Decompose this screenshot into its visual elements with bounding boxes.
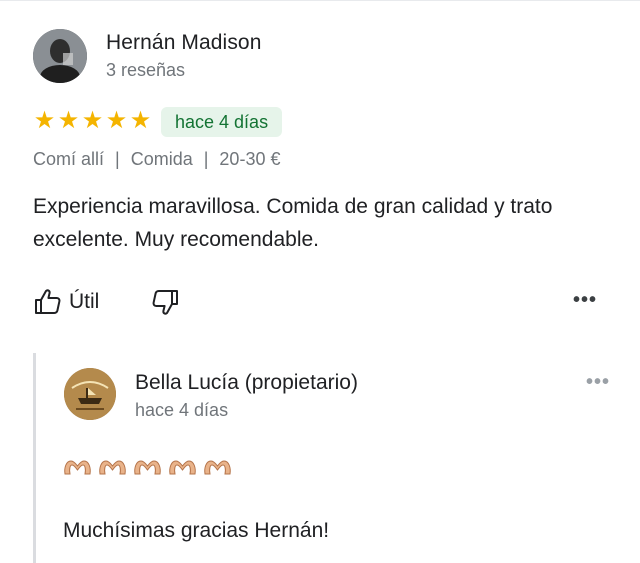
star-icon: ★ [129,107,152,134]
reviewer-review-count: 3 reseñas [106,60,186,80]
owner-reply-text: Muchísimas gracias Hernán! [63,519,330,542]
owner-more-options-icon[interactable]: ••• [586,371,610,394]
heart-hands-icon [134,460,161,475]
helpful-button[interactable]: Útil [33,287,99,317]
meta-separator: | [115,149,120,169]
heart-hands-icon [99,460,126,475]
star-icon: ★ [105,107,128,134]
review-text: Experiencia maravillosa. Comida de gran … [33,195,553,251]
owner-avatar[interactable] [64,368,116,420]
top-divider [0,0,640,1]
heart-hands-icon [169,460,196,475]
reviewer-avatar[interactable] [33,29,87,83]
star-icon: ★ [33,107,56,134]
star-icon: ★ [57,107,80,134]
heart-hands-emojis [63,458,232,476]
owner-reply-time: hace 4 días [135,400,229,420]
thumbs-up-icon [35,289,61,314]
owner-name[interactable]: Bella Lucía (propietario) [135,371,358,395]
meta-meal-type: Comida [130,149,193,169]
star-icon: ★ [81,107,104,134]
heart-hands-icon [64,460,91,475]
meta-separator: | [203,149,209,169]
meta-price-range: 20-30 € [219,149,281,169]
reviewer-name[interactable]: Hernán Madison [106,31,262,55]
more-options-icon[interactable]: ••• [573,289,597,312]
meta-visit-type: Comí allí [33,149,105,169]
review-meta: Comí allí | Comida | 20-30 € [33,149,280,170]
not-helpful-button[interactable] [150,287,180,322]
heart-hands-icon [204,460,231,475]
review-time-badge: hace 4 días [161,107,283,137]
helpful-label: Útil [69,290,100,313]
thumbs-down-icon [152,290,178,315]
star-rating: ★ ★ ★ ★ ★ [33,108,152,134]
